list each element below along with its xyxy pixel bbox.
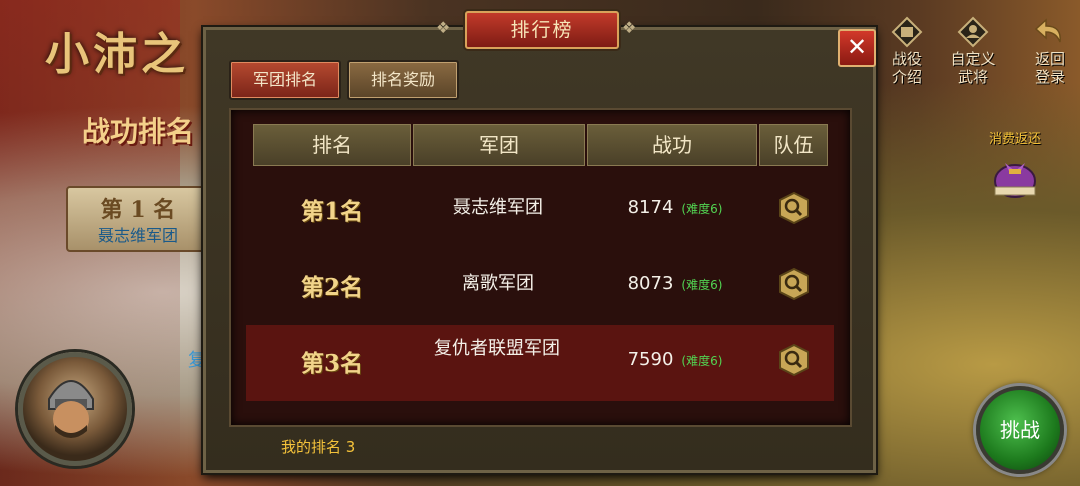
close-icon: ✕ [846,33,868,61]
column-header-merit: 战功 [587,124,757,166]
view-team-icon[interactable] [778,192,810,224]
row-legion: 离歌军团 [462,273,534,294]
row-rank: 第3名 [300,350,363,377]
challenge-button[interactable]: 挑战 [976,386,1064,474]
row-merit: 8073 (难度6) [590,273,760,294]
stage-title: 小沛之 [45,29,189,80]
row-rank: 第2名 [300,274,363,301]
helmeted-general-icon [48,380,94,438]
top-rank-legion: 聂志维军团 [97,226,178,245]
return-arrow-icon [1034,18,1061,43]
difficulty-label: (难度6) [681,354,723,368]
close-button[interactable]: ✕ [838,29,876,67]
return-login-button[interactable]: 返回 登录 [1025,16,1075,86]
gift-pouch-icon [994,163,1036,198]
view-team-icon[interactable] [778,344,810,376]
merit-value: 8073 [627,273,674,294]
player-avatar[interactable] [18,352,132,466]
merit-value: 8174 [627,197,674,218]
merit-value: 7590 [627,349,674,370]
row-legion: 复仇者联盟军团 [434,338,560,359]
difficulty-label: (难度6) [681,278,723,292]
tab-ranking-rewards[interactable]: 排名奖励 [347,60,459,100]
battle-intro-button[interactable]: 战役 介绍 [882,16,932,86]
spending-rebate-button[interactable]: 消费返还 [980,128,1050,205]
title-left-ornament: ❖ [436,18,451,37]
row-merit: 8174 (难度6) [590,197,760,218]
top-rank-card: 第 1 名 聂志维军团 [66,186,210,252]
column-header-legion: 军团 [413,124,585,166]
return-login-label-1: 返回 [1034,50,1065,68]
view-team-icon[interactable] [778,268,810,300]
battle-book-icon [891,16,923,48]
tab-legion-ranking[interactable]: 军团排名 [229,60,341,100]
column-header-rank: 排名 [253,124,411,166]
column-header-team: 队伍 [759,124,828,166]
custom-general-label-2: 武将 [957,68,988,86]
general-custom-icon [957,16,989,48]
spending-rebate-label: 消费返还 [988,132,1041,147]
custom-general-label-1: 自定义 [950,50,996,68]
battle-intro-label-2: 介绍 [891,68,922,86]
battle-intro-label-1: 战役 [891,50,922,68]
difficulty-label: (难度6) [681,202,723,216]
row-merit: 7590 (难度6) [590,349,760,370]
title-right-ornament: ❖ [622,18,637,37]
dialog-title: 排行榜 [465,11,619,49]
return-login-label-2: 登录 [1034,68,1065,86]
my-rank-text: 我的排名 3 [281,438,356,456]
custom-general-button[interactable]: 自定义 武将 [948,16,998,86]
merit-ranking-heading: 战功排名 [82,115,195,148]
top-rank-label: 第 1 名 [100,197,176,223]
row-rank: 第1名 [300,198,363,225]
row-legion: 聂志维军团 [453,197,543,218]
